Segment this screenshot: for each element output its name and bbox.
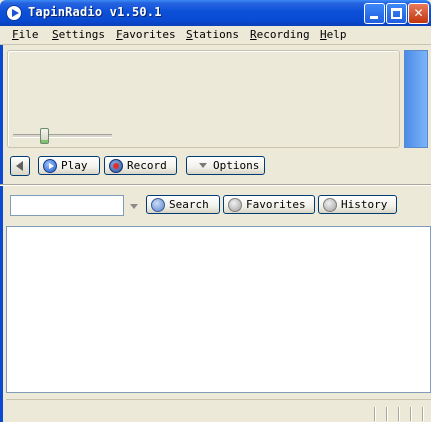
favorites-icon: [228, 197, 242, 212]
history-label: History: [341, 198, 388, 211]
station-results-list[interactable]: [6, 226, 431, 393]
minimize-icon: [370, 16, 378, 19]
app-logo-icon: [6, 5, 22, 21]
menu-settings[interactable]: Settings: [52, 28, 105, 41]
status-divider: [422, 407, 423, 421]
menu-favorites[interactable]: Favorites: [116, 28, 176, 41]
history-button[interactable]: History: [318, 195, 397, 214]
audio-level-meter: [404, 50, 428, 148]
maximize-button[interactable]: [386, 3, 407, 24]
volume-slider-thumb[interactable]: [40, 128, 49, 144]
close-icon: ✕: [413, 6, 424, 20]
play-label: Play: [61, 159, 88, 172]
status-bar: [6, 399, 431, 422]
window-title: TapinRadio v1.50.1: [28, 5, 162, 19]
record-button[interactable]: Record: [104, 156, 177, 175]
volume-slider-track[interactable]: [13, 134, 112, 138]
options-label: Options: [213, 159, 260, 172]
record-icon: [109, 158, 123, 173]
search-icon: [151, 197, 165, 212]
menu-stations[interactable]: Stations: [186, 28, 239, 41]
menu-bar: File Settings Favorites Stations Recordi…: [0, 26, 431, 45]
search-dropdown-arrow-icon[interactable]: [130, 204, 138, 209]
status-divider: [386, 407, 387, 421]
play-icon: [43, 158, 57, 173]
menu-file[interactable]: File: [12, 28, 39, 41]
history-icon: [323, 197, 337, 212]
menu-help[interactable]: Help: [320, 28, 347, 41]
maximize-icon: [391, 8, 402, 19]
menu-recording[interactable]: Recording: [250, 28, 310, 41]
close-button[interactable]: ✕: [408, 3, 429, 24]
status-divider: [410, 407, 411, 421]
title-bar[interactable]: TapinRadio v1.50.1 ✕: [0, 0, 431, 26]
record-label: Record: [127, 159, 167, 172]
minimize-button[interactable]: [364, 3, 385, 24]
favorites-button[interactable]: Favorites: [223, 195, 315, 214]
favorites-label: Favorites: [246, 198, 306, 211]
status-divider: [374, 407, 375, 421]
search-button[interactable]: Search: [146, 195, 220, 214]
options-button[interactable]: Options: [186, 156, 265, 175]
search-input[interactable]: [10, 195, 124, 216]
play-button[interactable]: Play: [38, 156, 100, 175]
status-divider: [398, 407, 399, 421]
window-left-border: [0, 45, 3, 422]
chevron-down-icon: [199, 163, 207, 168]
mute-button[interactable]: [10, 156, 30, 176]
status-bar-panels: [366, 407, 431, 421]
search-label: Search: [169, 198, 209, 211]
section-divider: [0, 184, 431, 186]
